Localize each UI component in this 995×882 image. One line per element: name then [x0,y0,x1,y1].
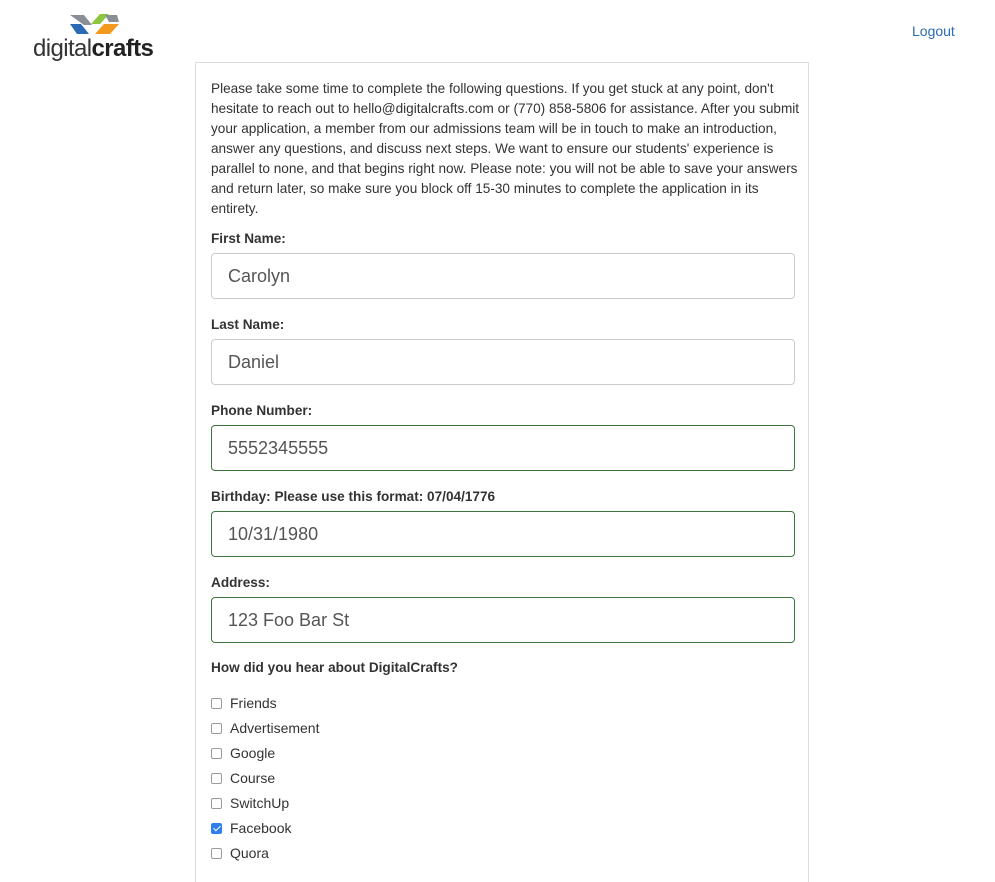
checkbox[interactable] [211,722,222,734]
heard-about-question: How did you hear about DigitalCrafts? [211,660,458,675]
option-friends[interactable]: Friends [211,693,277,713]
logo-wordmark: digitalcrafts [33,35,154,63]
checkbox-checked[interactable] [211,822,222,834]
phone-number-input[interactable] [211,425,795,471]
first-name-label: First Name: [211,231,286,246]
last-name-input[interactable] [211,339,795,385]
last-name-label: Last Name: [211,317,285,332]
option-advertisement[interactable]: Advertisement [211,718,319,738]
logo-text-bold: crafts [91,35,154,62]
option-quora[interactable]: Quora [211,843,269,863]
checkbox[interactable] [211,797,222,809]
option-label: Google [230,745,276,761]
checkbox[interactable] [211,847,222,859]
address-label: Address: [211,575,270,590]
option-label: Course [230,770,276,786]
logout-link[interactable]: Logout [912,23,955,39]
logo-text-light: digital [33,35,92,62]
option-label: Friends [230,695,277,711]
option-label: SwitchUp [230,795,290,811]
option-facebook[interactable]: Facebook [211,818,291,838]
option-label: Quora [230,845,269,861]
checkbox[interactable] [211,697,222,709]
birthday-label: Birthday: Please use this format: 07/04/… [211,489,496,504]
phone-number-label: Phone Number: [211,403,313,418]
application-form-panel: Please take some time to complete the fo… [195,62,809,882]
option-label: Facebook [230,820,292,836]
checkbox[interactable] [211,747,222,759]
digitalcrafts-logo[interactable]: digitalcrafts [31,10,161,64]
option-label: Advertisement [230,720,320,736]
first-name-input[interactable] [211,253,795,299]
option-switchup[interactable]: SwitchUp [211,793,289,813]
birthday-input[interactable] [211,511,795,557]
option-google[interactable]: Google [211,743,275,763]
checkbox[interactable] [211,772,222,784]
option-course[interactable]: Course [211,768,275,788]
logo-mark-icon [70,14,119,34]
intro-text: Please take some time to complete the fo… [211,81,800,216]
address-input[interactable] [211,597,795,643]
